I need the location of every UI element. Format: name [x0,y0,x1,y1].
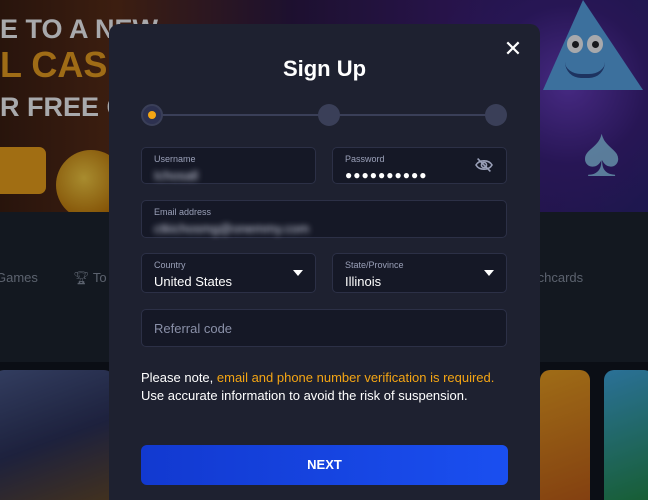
modal-title: Sign Up [282,56,367,81]
step-1-indicator [141,104,163,126]
state-select[interactable]: State/Province Illinois [332,253,507,293]
country-value: United States [154,274,233,289]
notice-suffix: Use accurate information to avoid the ri… [141,388,468,403]
step-2-indicator [318,104,340,126]
country-select[interactable]: Country United States [141,253,316,293]
username-label: Username [154,154,196,164]
next-button[interactable]: NEXT [141,445,508,485]
password-label: Password [345,154,385,164]
email-value[interactable]: ctkichosmg@onemmy.com [154,221,309,236]
username-value[interactable]: Ichosall [154,168,198,183]
notice-prefix: Please note, [141,370,217,385]
verification-notice: Please note, email and phone number veri… [141,369,508,405]
notice-highlight: email and phone number verification is r… [216,370,495,385]
state-label: State/Province [345,260,404,270]
chevron-down-icon [293,270,303,276]
chevron-down-icon [484,270,494,276]
step-progress [141,104,508,126]
password-value[interactable]: ●●●●●●●●●● [345,168,427,182]
username-field[interactable]: Username Ichosall [141,147,316,184]
referral-code-input[interactable]: Referral code [141,309,507,347]
password-field[interactable]: Password ●●●●●●●●●● [332,147,507,184]
step-3-indicator [485,104,507,126]
email-label: Email address [154,207,212,217]
referral-placeholder: Referral code [154,321,233,336]
eye-off-icon[interactable] [474,157,494,173]
country-label: Country [154,260,186,270]
signup-modal: ✕ Sign Up Username Ichosall Password ●●●… [109,24,540,500]
state-value: Illinois [345,274,382,289]
email-field[interactable]: Email address ctkichosmg@onemmy.com [141,200,507,238]
